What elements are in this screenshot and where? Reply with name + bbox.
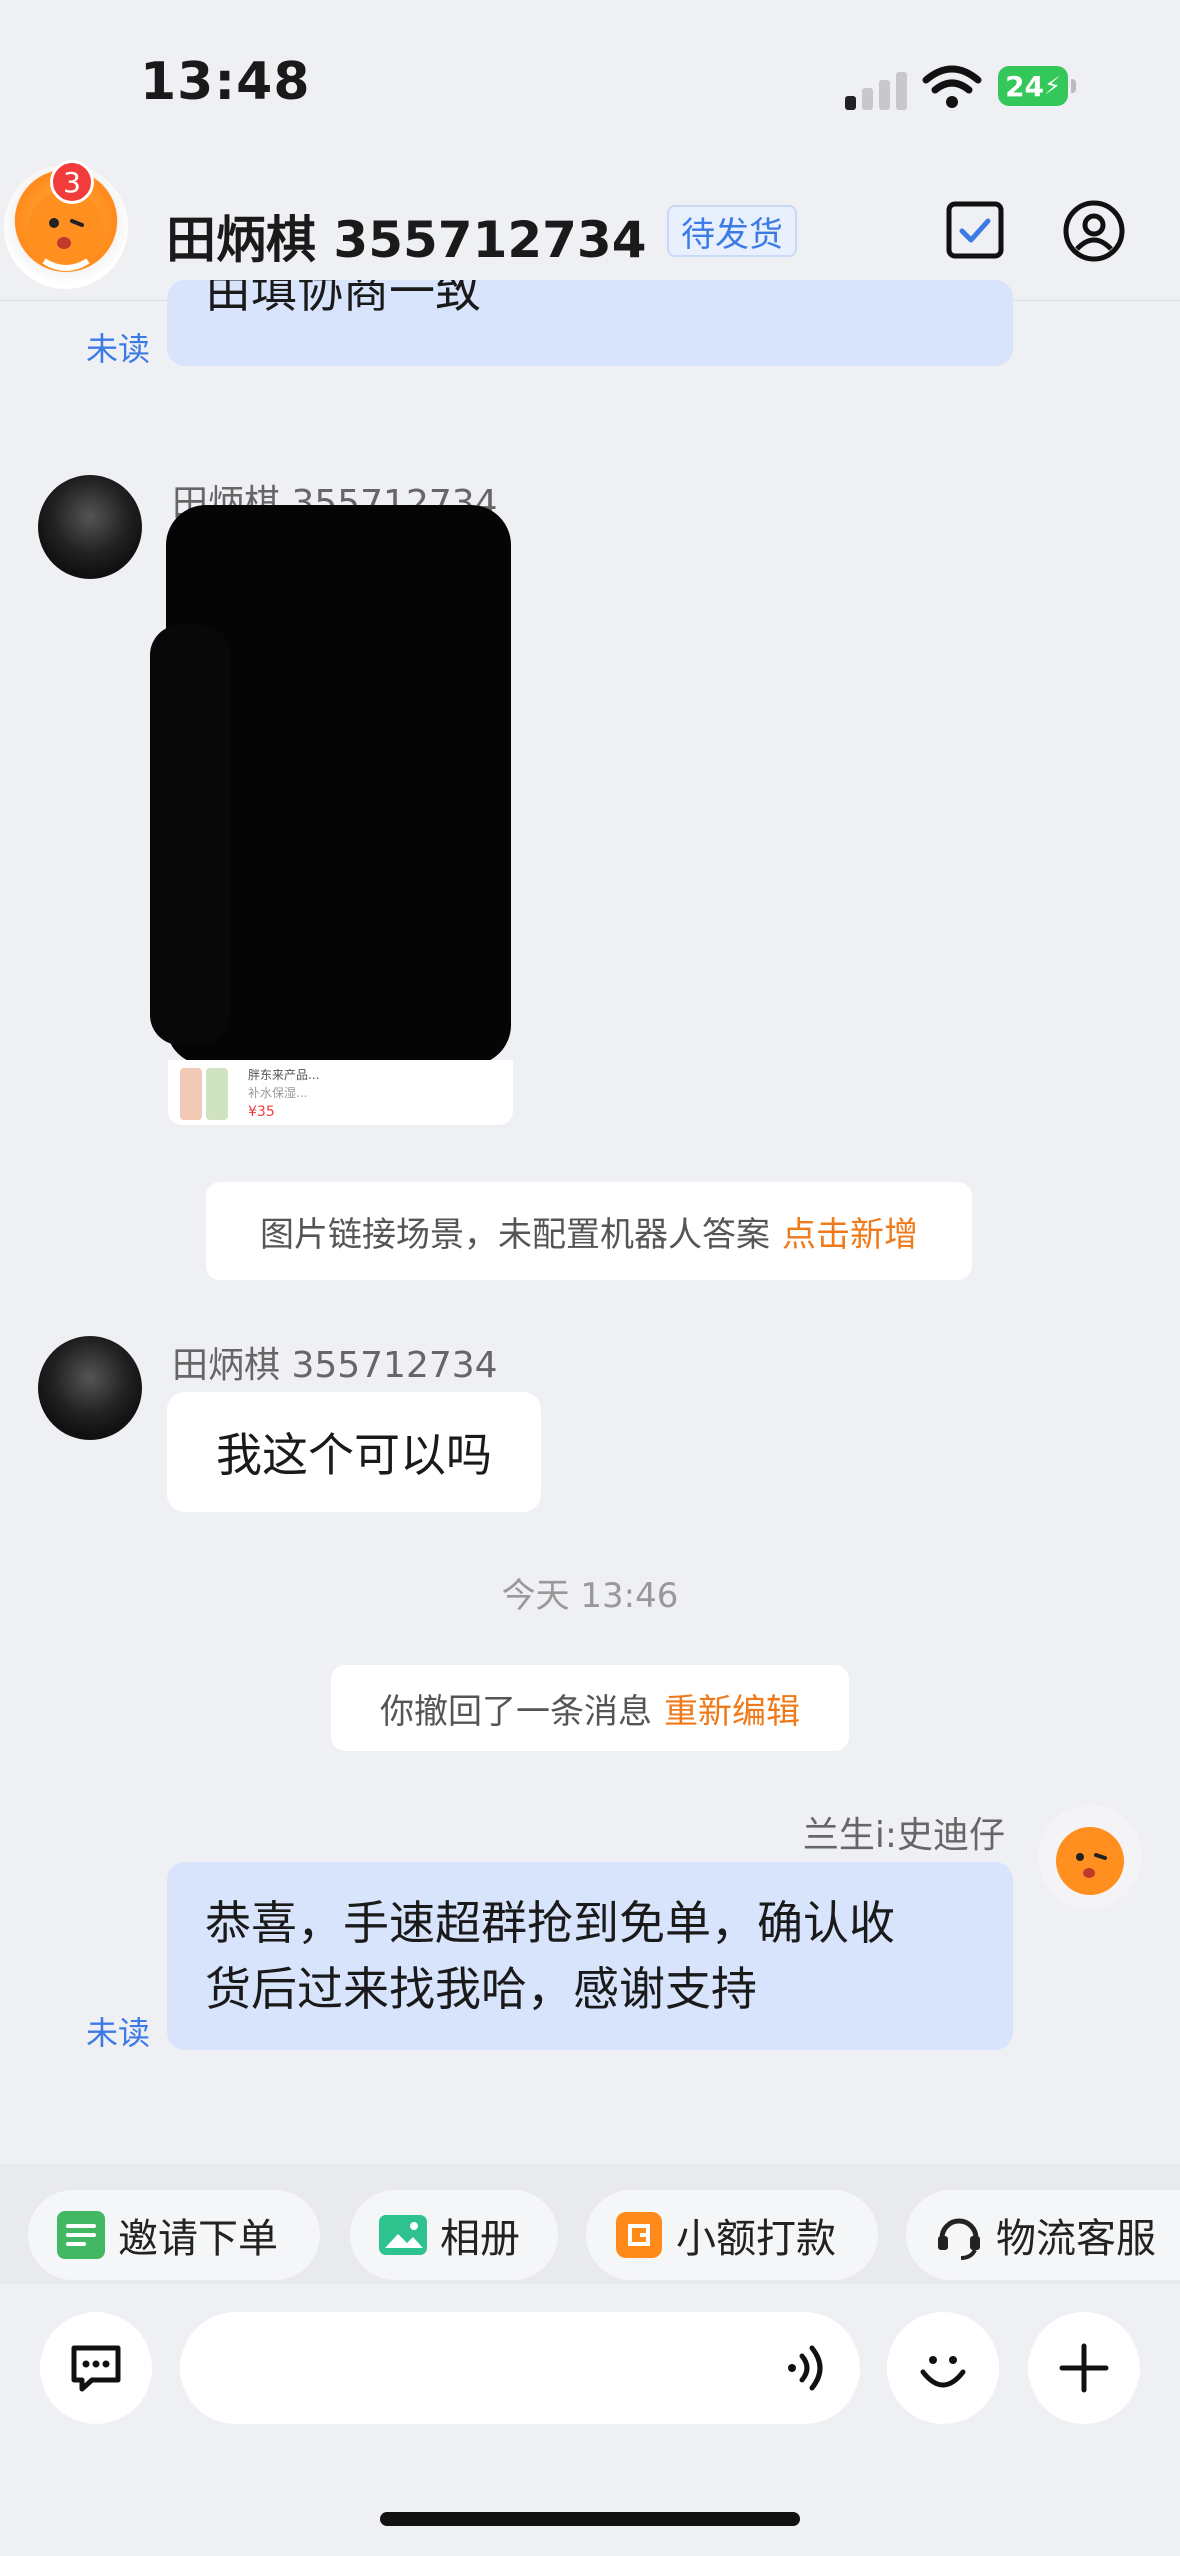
add-answer-link[interactable]: 点击新增: [782, 1207, 918, 1256]
agent-avatar[interactable]: [1038, 1805, 1142, 1909]
message-input[interactable]: [180, 2312, 860, 2424]
agent-name: 兰生i:史迪仔: [802, 1815, 1005, 1856]
agent-message-line-1: 恭喜，手速超群抢到免单，确认收: [205, 1896, 895, 1950]
product-subcaption: 补水保湿...: [248, 1086, 308, 1100]
user-icon: [1063, 200, 1125, 262]
agent-message-bubble[interactable]: 恭喜，手速超群抢到免单，确认收 货后过来找我哈，感谢支持: [167, 1862, 1013, 2050]
invite-order-button[interactable]: 邀请下单: [28, 2190, 320, 2280]
voice-input-button[interactable]: [776, 2338, 836, 2398]
re-edit-link[interactable]: 重新编辑: [664, 1684, 800, 1733]
customer-avatar[interactable]: [38, 475, 142, 579]
unread-count-badge: 3: [50, 160, 94, 204]
battery-level: 24: [1005, 69, 1045, 103]
logistics-service-label: 物流客服: [996, 2216, 1156, 2262]
customer-name: 田炳棋 355712734: [172, 1345, 498, 1386]
wifi-icon: [922, 64, 982, 110]
chat-bubble-icon: [71, 2345, 121, 2392]
quick-reply-button[interactable]: [40, 2312, 152, 2424]
smiley-icon: [920, 2356, 966, 2388]
customer-message-bubble[interactable]: 我这个可以吗: [167, 1392, 541, 1512]
customer-message-text: 我这个可以吗: [216, 1428, 492, 1482]
user-profile-button[interactable]: [1062, 199, 1126, 263]
robot-answer-notice: 图片链接场景，未配置机器人答案 点击新增: [206, 1182, 972, 1280]
checklist-icon: [946, 201, 1004, 259]
invite-order-icon: [54, 2208, 108, 2262]
robot-notice-text: 图片链接场景，未配置机器人答案: [260, 1214, 770, 1255]
cellular-signal-icon: [845, 70, 907, 110]
unread-label: 未读: [86, 2014, 151, 2052]
mascot-icon: [1056, 1827, 1124, 1895]
recall-notice-text: 你撤回了一条消息: [380, 1691, 652, 1732]
status-time: 13:48: [140, 52, 311, 112]
recall-notice: 你撤回了一条消息 重新编辑: [331, 1665, 849, 1751]
partial-message-text: 由填协商一致: [205, 280, 481, 318]
product-price: ¥35: [248, 1104, 275, 1120]
more-actions-button[interactable]: [1028, 2312, 1140, 2424]
chat-title: 田炳棋 355712734: [166, 211, 647, 269]
product-image-message[interactable]: 胖东来产品... 补水保湿... ¥35: [150, 505, 530, 1125]
small-payment-button[interactable]: 小额打款: [586, 2190, 878, 2280]
product-caption: 胖东来产品...: [248, 1068, 320, 1082]
customer-avatar[interactable]: [38, 1336, 142, 1440]
home-indicator: [380, 2512, 800, 2526]
logistics-service-button[interactable]: 物流客服: [906, 2190, 1180, 2280]
small-payment-icon: [612, 2208, 666, 2262]
checkbox-task-button[interactable]: [946, 201, 1004, 259]
emoji-button[interactable]: [887, 2312, 999, 2424]
album-icon: [376, 2208, 430, 2262]
message-timestamp: 今天 13:46: [501, 1576, 679, 1616]
logistics-service-icon: [932, 2208, 986, 2262]
invite-order-label: 邀请下单: [118, 2216, 278, 2262]
album-label: 相册: [440, 2216, 520, 2262]
agent-message-line-2: 货后过来找我哈，感谢支持: [205, 1962, 757, 2016]
battery-icon: 24 ⚡: [998, 66, 1076, 106]
album-button[interactable]: 相册: [350, 2190, 558, 2280]
small-payment-label: 小额打款: [676, 2216, 836, 2262]
agent-message-bubble-partial[interactable]: 由填协商一致: [167, 280, 1013, 366]
plus-icon: [1059, 2343, 1109, 2393]
order-status-tag[interactable]: 待发货: [667, 205, 797, 257]
product-preview-strip: 胖东来产品... 补水保湿... ¥35: [168, 1060, 513, 1125]
unread-label: 未读: [86, 330, 151, 368]
voice-wave-icon: [788, 2345, 823, 2391]
